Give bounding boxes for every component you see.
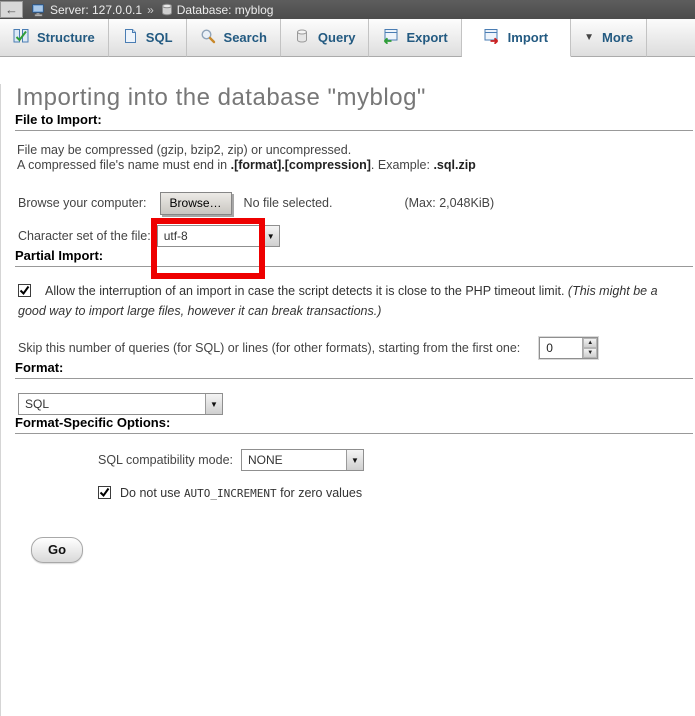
dropdown-arrow-icon: ▼ (205, 394, 222, 414)
tab-label: SQL (146, 30, 173, 45)
charset-label: Character set of the file: (18, 229, 151, 243)
section-file-to-import: File to Import: (15, 112, 693, 131)
chevron-down-icon: ▼ (584, 32, 594, 43)
section-format: Format: (15, 360, 693, 379)
skip-row: Skip this number of queries (for SQL) or… (18, 336, 695, 360)
tab-search[interactable]: Search (187, 19, 281, 57)
structure-icon (13, 28, 29, 47)
query-icon (294, 28, 310, 47)
search-icon (200, 28, 216, 47)
note-line1: File may be compressed (gzip, bzip2, zip… (17, 143, 351, 157)
auto-increment-suffix: for zero values (277, 486, 362, 500)
server-icon (32, 3, 46, 17)
sql-icon (122, 28, 138, 47)
sql-compatibility-label: SQL compatibility mode: (98, 453, 233, 467)
auto-increment-keyword: AUTO_INCREMENT (184, 487, 277, 500)
charset-selected-value: utf-8 (158, 226, 262, 246)
back-button[interactable]: ← (0, 1, 23, 18)
back-arrow-icon: ← (5, 3, 18, 16)
browse-label: Browse your computer: (18, 196, 147, 210)
spinner-down-icon[interactable]: ▼ (583, 348, 597, 358)
browse-row: Browse your computer: Browse… No file se… (18, 190, 695, 216)
format-select[interactable]: SQL ▼ (18, 393, 223, 415)
tab-export[interactable]: Export (369, 19, 461, 57)
skip-label: Skip this number of queries (for SQL) or… (18, 341, 520, 355)
note-line2-mid: . Example: (371, 158, 434, 172)
tab-label: Export (406, 30, 447, 45)
tab-sql[interactable]: SQL (109, 19, 187, 57)
breadcrumb-separator: » (147, 3, 154, 17)
sql-compatibility-value: NONE (242, 450, 346, 470)
tab-bar: Structure SQL Search Query Export (0, 19, 695, 57)
note-line2-prefix: A compressed file's name must end in (17, 158, 231, 172)
phpmyadmin-import-page: ← Server: 127.0.0.1 » Database: myblog S… (0, 0, 695, 716)
breadcrumb-server[interactable]: Server: 127.0.0.1 (50, 3, 142, 17)
auto-increment-prefix: Do not use (120, 486, 184, 500)
allow-interruption-checkbox[interactable] (18, 284, 31, 297)
dropdown-arrow-icon: ▼ (346, 450, 363, 470)
import-icon (484, 28, 500, 47)
no-file-text: No file selected. (244, 196, 333, 210)
partial-import-option: Allow the interruption of an import in c… (18, 281, 677, 321)
note-format-pattern: .[format].[compression] (231, 158, 371, 172)
auto-increment-row: Do not use AUTO_INCREMENT for zero value… (98, 486, 695, 506)
max-size-text: (Max: 2,048KiB) (404, 196, 494, 210)
section-partial-import: Partial Import: (15, 248, 693, 267)
tab-bar-filler (647, 19, 695, 57)
charset-select[interactable]: utf-8 ▼ (157, 225, 280, 247)
tab-label: Import (508, 30, 548, 45)
browse-button[interactable]: Browse… (160, 192, 232, 215)
skip-queries-input[interactable]: 0 ▲ ▼ (539, 337, 598, 359)
sql-compatibility-row: SQL compatibility mode: NONE ▼ (98, 448, 695, 472)
tab-label: Structure (37, 30, 95, 45)
tab-label: Query (318, 30, 356, 45)
tab-query[interactable]: Query (281, 19, 370, 57)
dropdown-arrow-icon: ▼ (262, 226, 279, 246)
tab-label: More (602, 30, 633, 45)
go-button[interactable]: Go (31, 537, 83, 563)
sql-compatibility-select[interactable]: NONE ▼ (241, 449, 364, 471)
database-icon (161, 3, 173, 16)
tab-import[interactable]: Import (462, 19, 571, 57)
main-content: Importing into the database "myblog" Fil… (0, 84, 695, 716)
skip-queries-value: 0 (540, 338, 582, 358)
compression-note: File may be compressed (gzip, bzip2, zip… (17, 143, 675, 173)
section-format-specific-options: Format-Specific Options: (15, 415, 693, 434)
page-title: Importing into the database "myblog" (16, 84, 695, 112)
tab-more[interactable]: ▼ More (571, 19, 647, 57)
spinner-buttons: ▲ ▼ (582, 338, 597, 358)
charset-row: Character set of the file: utf-8 ▼ (18, 224, 695, 248)
spinner-up-icon[interactable]: ▲ (583, 338, 597, 348)
tab-label: Search (224, 30, 267, 45)
breadcrumb-bar: ← Server: 127.0.0.1 » Database: myblog (0, 0, 695, 19)
format-selected-value: SQL (19, 394, 205, 414)
allow-interruption-text: Allow the interruption of an import in c… (45, 284, 568, 298)
tab-structure[interactable]: Structure (0, 19, 109, 57)
breadcrumb-database[interactable]: Database: myblog (177, 3, 274, 17)
export-icon (382, 28, 398, 47)
note-example: .sql.zip (433, 158, 475, 172)
auto-increment-checkbox[interactable] (98, 486, 111, 499)
